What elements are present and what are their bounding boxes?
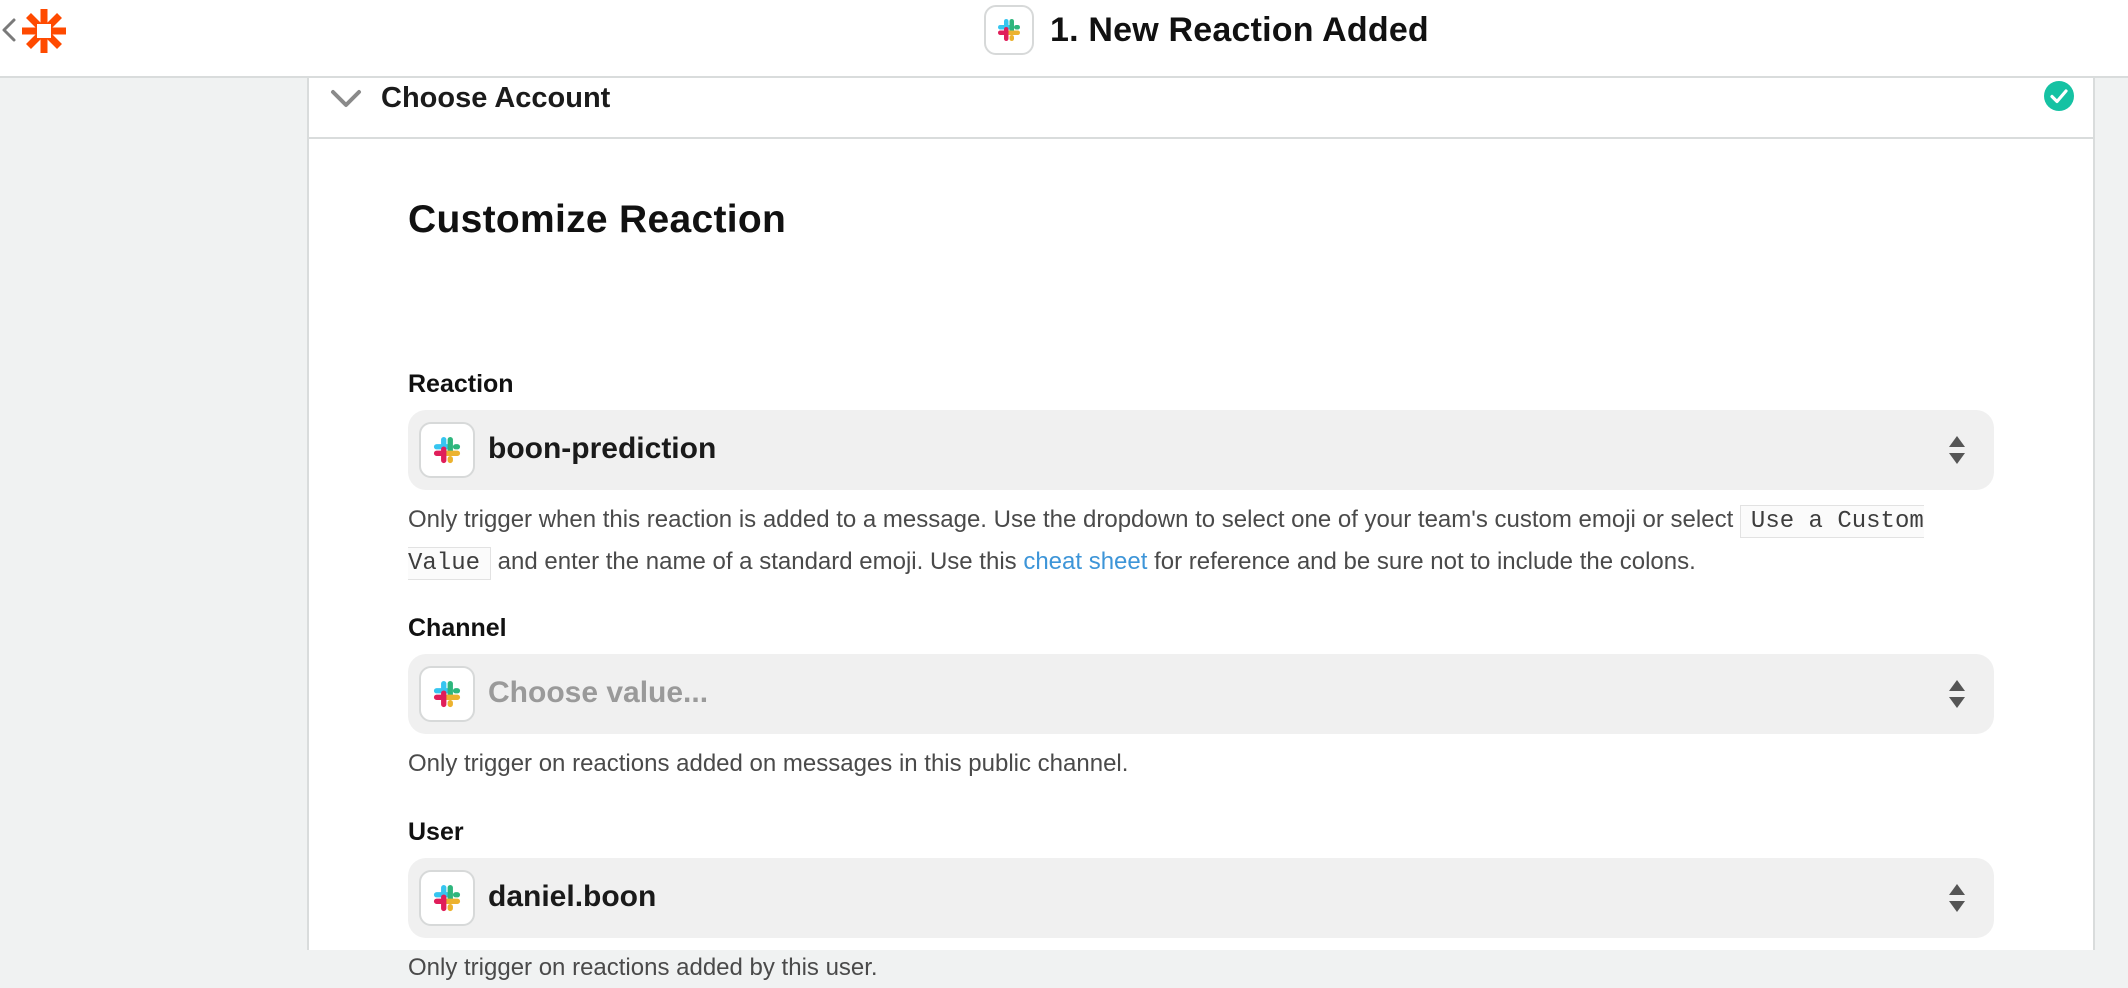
channel-placeholder: Choose value... [488,676,709,709]
zapier-logo-icon[interactable] [20,7,68,55]
check-circle-icon [2044,81,2074,111]
select-arrows-icon [1949,436,1965,464]
channel-label: Channel [408,614,507,642]
step-title: 1. New Reaction Added [1050,10,1429,49]
reaction-help-mid: and enter the name of a standard emoji. … [491,548,1024,575]
step-header: 1. New Reaction Added [984,4,1429,56]
user-help-text: Only trigger on reactions added by this … [408,954,878,981]
slack-icon [419,422,475,478]
step-card: Choose Account Customize Reaction Reacti… [307,78,2095,981]
choose-account-section[interactable]: Choose Account [309,78,2093,139]
reaction-help-after: for reference and be sure not to include… [1147,548,1696,575]
back-chevron-icon[interactable] [0,14,18,46]
select-arrows-icon [1949,680,1965,708]
slack-icon [419,870,475,926]
reaction-label: Reaction [408,370,514,398]
form-title: Customize Reaction [408,198,787,241]
slack-icon [419,666,475,722]
channel-select[interactable]: Choose value... [408,654,1994,734]
reaction-help-before: Only trigger when this reaction is added… [408,506,1740,533]
user-label: User [408,818,464,846]
user-select[interactable]: daniel.boon [408,858,1994,938]
user-value: daniel.boon [488,880,657,913]
section-title: Choose Account [381,82,611,114]
cheat-sheet-link[interactable]: cheat sheet [1023,548,1147,575]
channel-help-text: Only trigger on reactions added on messa… [408,750,1129,777]
reaction-value: boon-prediction [488,432,717,465]
chevron-down-icon[interactable] [329,86,363,112]
reaction-help-text: Only trigger when this reaction is added… [408,500,1998,584]
slack-icon [984,5,1034,55]
select-arrows-icon [1949,884,1965,912]
reaction-select[interactable]: boon-prediction [408,410,1994,490]
top-bar: 1. New Reaction Added [0,0,2128,78]
